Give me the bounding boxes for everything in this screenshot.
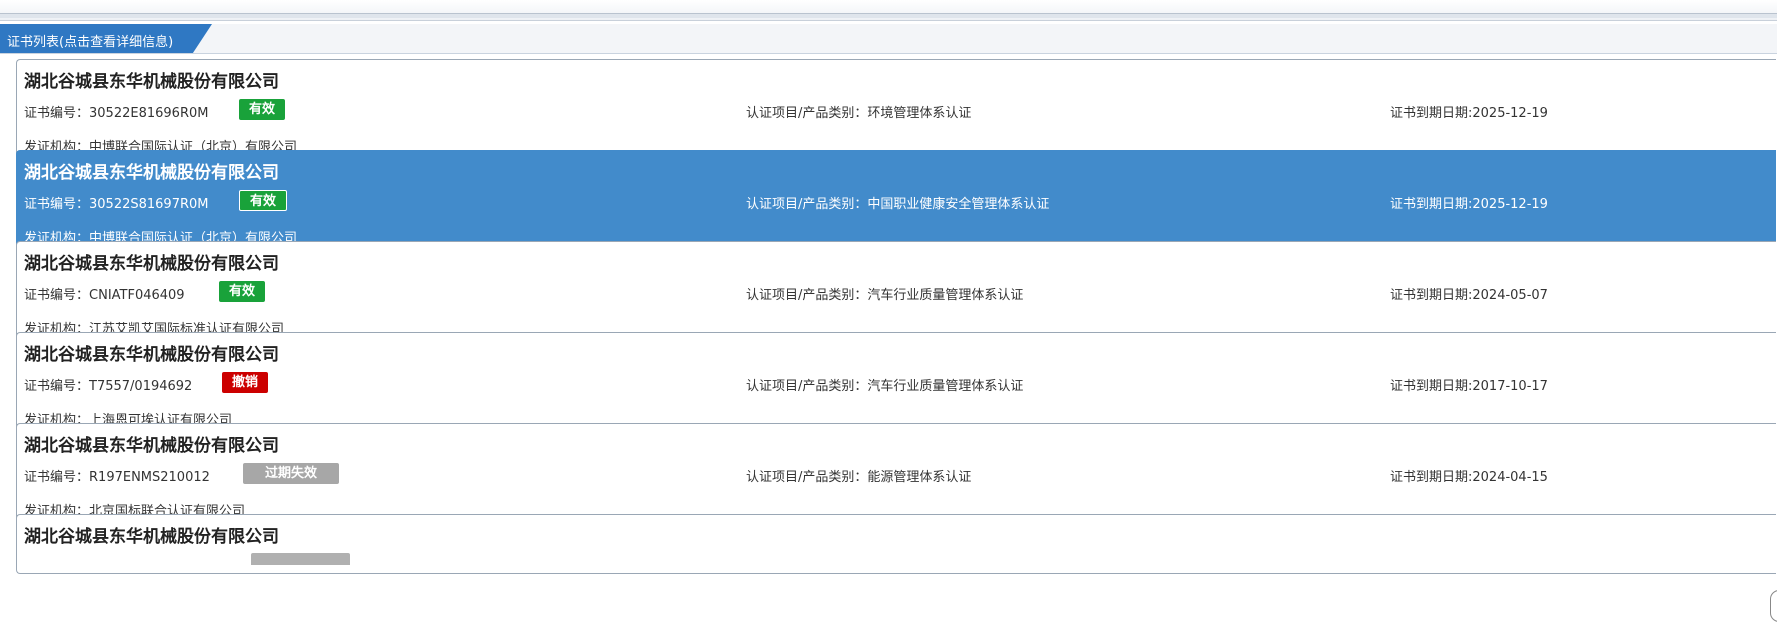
- cert-number-line: 证书编号：T7557/0194692: [24, 375, 192, 394]
- expiry-line: 证书到期日期:2025-12-19: [1390, 193, 1548, 212]
- expiry-label: 证书到期日期:: [1390, 470, 1473, 485]
- company-name: 湖北谷城县东华机械股份有限公司: [24, 345, 279, 365]
- expiry-value: 2024-05-07: [1472, 288, 1548, 303]
- scroll-to-top-button[interactable]: [1770, 590, 1777, 622]
- project-line: 认证项目/产品类别：能源管理体系认证: [746, 466, 971, 485]
- status-badge: 撤销: [222, 372, 269, 393]
- project-label: 认证项目/产品类别：: [746, 379, 868, 394]
- cert-number-label: 证书编号：: [24, 106, 90, 121]
- expiry-value: 2017-10-17: [1472, 379, 1548, 394]
- expiry-label: 证书到期日期:: [1390, 106, 1473, 121]
- cert-number-line: 证书编号：30522S81697R0M: [24, 193, 209, 212]
- project-line: 认证项目/产品类别：汽车行业质量管理体系认证: [746, 284, 1023, 303]
- status-badge: 有效: [219, 281, 266, 302]
- project-value: 环境管理体系认证: [867, 106, 972, 121]
- project-value: 汽车行业质量管理体系认证: [867, 288, 1024, 303]
- project-label: 认证项目/产品类别：: [746, 288, 868, 303]
- expiry-line: 证书到期日期:2024-04-15: [1390, 466, 1548, 485]
- cert-number-value: R197ENMS210012: [89, 470, 210, 485]
- cert-number-label: 证书编号：: [24, 470, 90, 485]
- project-label: 认证项目/产品类别：: [746, 106, 868, 121]
- cert-number-value: 30522E81696R0M: [89, 106, 209, 121]
- cert-number-label: 证书编号：: [24, 288, 90, 303]
- cert-number-value: 30522S81697R0M: [89, 197, 209, 212]
- certificate-card[interactable]: 湖北谷城县东华机械股份有限公司 证书编号：T7557/0194692 认证项目/产品…: [16, 332, 1776, 432]
- cert-number-line: 证书编号：30522E81696R0M: [24, 102, 208, 121]
- cert-number-label: 证书编号：: [24, 197, 90, 212]
- expiry-line: 证书到期日期:2024-05-07: [1390, 284, 1548, 303]
- project-label: 认证项目/产品类别：: [746, 470, 868, 485]
- expiry-label: 证书到期日期:: [1390, 197, 1473, 212]
- expiry-value: 2024-04-15: [1472, 470, 1548, 485]
- status-badge: 有效: [239, 99, 286, 120]
- project-value: 能源管理体系认证: [867, 470, 972, 485]
- project-line: 认证项目/产品类别：中国职业健康安全管理体系认证: [746, 193, 1049, 212]
- company-name: 湖北谷城县东华机械股份有限公司: [24, 254, 279, 274]
- certificate-card[interactable]: 湖北谷城县东华机械股份有限公司 证书编号：30522S81697R0M 认证项目/产…: [16, 150, 1776, 250]
- certificate-card[interactable]: 湖北谷城县东华机械股份有限公司 证书编号：R197ENMS210012 认证项目/产…: [16, 423, 1776, 523]
- tab-certificate-list[interactable]: 证书列表(点击查看详细信息): [0, 24, 212, 53]
- project-line: 认证项目/产品类别：环境管理体系认证: [746, 102, 971, 121]
- expiry-line: 证书到期日期:2025-12-19: [1390, 102, 1548, 121]
- expiry-label: 证书到期日期:: [1390, 288, 1473, 303]
- project-label: 认证项目/产品类别：: [746, 197, 868, 212]
- certificate-card[interactable]: 湖北谷城县东华机械股份有限公司 证书编号：30522E81696R0M 认证项目/产…: [16, 59, 1776, 159]
- expiry-label: 证书到期日期:: [1390, 379, 1473, 394]
- cert-number-line: 证书编号：CNIATF046409: [24, 284, 185, 303]
- tab-label: 证书列表(点击查看详细信息): [7, 35, 174, 50]
- cert-number-value: T7557/0194692: [89, 379, 193, 394]
- project-value: 汽车行业质量管理体系认证: [867, 379, 1024, 394]
- status-badge: 有效: [239, 190, 288, 211]
- toolbar-divider: [0, 13, 1777, 18]
- company-name: 湖北谷城县东华机械股份有限公司: [24, 72, 279, 92]
- tab-strip: [0, 24, 1777, 54]
- project-value: 中国职业健康安全管理体系认证: [867, 197, 1050, 212]
- project-line: 认证项目/产品类别：汽车行业质量管理体系认证: [746, 375, 1023, 394]
- expiry-value: 2025-12-19: [1472, 106, 1548, 121]
- expiry-value: 2025-12-19: [1472, 197, 1548, 212]
- cert-number-label: 证书编号：: [24, 379, 90, 394]
- status-badge-partial: [251, 553, 350, 565]
- certificate-card[interactable]: 湖北谷城县东华机械股份有限公司 证书编号：CNIATF046409 认证项目/产品类…: [16, 241, 1776, 341]
- expiry-line: 证书到期日期:2017-10-17: [1390, 375, 1548, 394]
- cert-number-value: CNIATF046409: [89, 288, 185, 303]
- cert-number-line: 证书编号：R197ENMS210012: [24, 466, 210, 485]
- company-name: 湖北谷城县东华机械股份有限公司: [24, 436, 279, 456]
- certificate-card[interactable]: 湖北谷城县东华机械股份有限公司: [16, 514, 1776, 574]
- company-name: 湖北谷城县东华机械股份有限公司: [24, 163, 279, 183]
- company-name: 湖北谷城县东华机械股份有限公司: [24, 527, 279, 547]
- status-badge: 过期失效: [243, 463, 340, 484]
